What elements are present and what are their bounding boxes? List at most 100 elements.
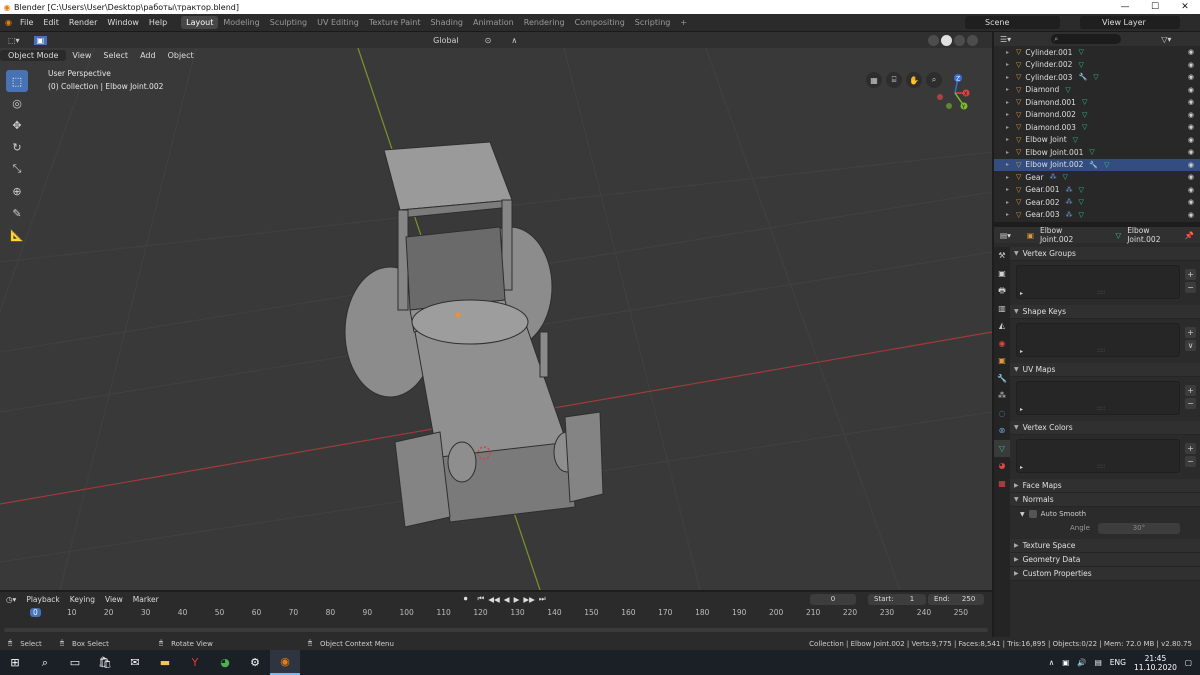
record-button-icon[interactable]: ⏺: [464, 594, 468, 604]
viewport-menu-select[interactable]: Select: [97, 51, 134, 60]
expand-arrow-icon[interactable]: ▸: [1006, 99, 1009, 106]
mesh-data-icon[interactable]: ▽: [1082, 111, 1087, 119]
panel-normals[interactable]: ▼ Normals: [1010, 493, 1200, 507]
mesh-data-icon[interactable]: ▽: [1079, 186, 1084, 194]
outliner-row[interactable]: ▸ ▽ Elbow Joint.001 ▽ ◉: [994, 146, 1200, 159]
jump-end-icon[interactable]: ⏭: [539, 594, 546, 604]
panel-vertex-groups[interactable]: ▼ Vertex Groups: [1010, 247, 1200, 261]
3d-viewport[interactable]: ⬚▾ ▣ Global ⊙ ∧ Object Mode View Select …: [0, 32, 992, 590]
visibility-eye-icon[interactable]: ◉: [1188, 98, 1194, 106]
panel-face-maps[interactable]: ▶ Face Maps: [1010, 479, 1200, 493]
tab-rendering[interactable]: Rendering: [519, 16, 570, 29]
tab-layout[interactable]: Layout: [181, 16, 219, 29]
mesh-data-icon[interactable]: ▽: [1065, 86, 1070, 94]
data-tab-icon[interactable]: ▽: [994, 439, 1010, 457]
visibility-eye-icon[interactable]: ◉: [1188, 198, 1194, 206]
tab-scripting[interactable]: Scripting: [630, 16, 676, 29]
select-mode-icon[interactable]: ▣: [33, 35, 48, 45]
tray-app-icon[interactable]: ▣: [1062, 658, 1069, 667]
outliner-row[interactable]: ▸ ▽ Gear.001 ⁂ ▽ ◉: [994, 184, 1200, 197]
tab-uv-editing[interactable]: UV Editing: [312, 16, 364, 29]
viewport-menu-view[interactable]: View: [66, 51, 97, 60]
start-menu-icon[interactable]: ⊞: [0, 650, 30, 675]
close-button[interactable]: ✕: [1170, 0, 1200, 14]
yandex-browser-icon[interactable]: Y: [180, 650, 210, 675]
uv-maps-list[interactable]: :::: ▸: [1016, 381, 1180, 415]
jump-start-icon[interactable]: ⏮: [477, 594, 484, 604]
viewport-menu-object[interactable]: Object: [162, 51, 200, 60]
visibility-eye-icon[interactable]: ◉: [1188, 86, 1194, 94]
scene-selector[interactable]: Scene: [965, 16, 1060, 29]
orientation-dropdown[interactable]: Global: [427, 36, 465, 45]
auto-smooth-expand-icon[interactable]: ▼: [1020, 511, 1025, 518]
language-indicator[interactable]: ENG: [1110, 658, 1126, 667]
visibility-eye-icon[interactable]: ◉: [1188, 186, 1194, 194]
move-tool-icon[interactable]: ✥: [6, 114, 28, 136]
store-icon[interactable]: 🛍: [90, 650, 120, 675]
end-frame-field[interactable]: End: 250: [928, 594, 984, 605]
panel-shape-keys[interactable]: ▼ Shape Keys: [1010, 305, 1200, 319]
angle-field[interactable]: 30°: [1097, 522, 1180, 534]
outliner-row[interactable]: ▸ ▽ Cylinder.001 ▽ ◉: [994, 46, 1200, 59]
menu-file[interactable]: File: [16, 18, 37, 27]
vertex-colors-list[interactable]: :::: ▸: [1016, 439, 1180, 473]
mail-icon[interactable]: ✉: [120, 650, 150, 675]
remove-uv-map-button[interactable]: −: [1185, 398, 1196, 409]
task-view-icon[interactable]: ▭: [60, 650, 90, 675]
panel-vertex-colors[interactable]: ▼ Vertex Colors: [1010, 421, 1200, 435]
timeline-editor-icon[interactable]: ◷▾: [6, 595, 16, 604]
outliner-editor-icon[interactable]: ☰▾: [1000, 35, 1011, 44]
clock[interactable]: 21:45 11.10.2020: [1134, 654, 1177, 672]
tab-animation[interactable]: Animation: [468, 16, 519, 29]
object-tab-icon[interactable]: ▣: [994, 352, 1010, 370]
outliner-row[interactable]: ▸ ▽ Diamond ▽ ◉: [994, 84, 1200, 97]
visibility-eye-icon[interactable]: ◉: [1188, 136, 1194, 144]
expand-arrow-icon[interactable]: ▸: [1006, 136, 1009, 143]
solid-shading-icon[interactable]: [941, 35, 952, 46]
current-frame-field[interactable]: 0: [810, 594, 856, 605]
expand-arrow-icon[interactable]: ▸: [1006, 61, 1009, 68]
mesh-data-icon[interactable]: ▽: [1078, 48, 1083, 56]
editor-type-icon[interactable]: ⬚▾: [8, 36, 20, 45]
play-icon[interactable]: ▶: [514, 595, 520, 604]
shape-key-menu-button[interactable]: ∨: [1185, 340, 1196, 351]
steam-icon[interactable]: ⚙: [240, 650, 270, 675]
tray-up-icon[interactable]: ∧: [1049, 658, 1055, 667]
timeline-menu-view[interactable]: View: [105, 595, 123, 604]
transform-tool-icon[interactable]: ⊕: [6, 180, 28, 202]
outliner-row[interactable]: ▸ ▽ Cylinder.003 🔧 ▽ ◉: [994, 71, 1200, 84]
output-tab-icon[interactable]: 🖶: [994, 282, 1010, 300]
expand-arrow-icon[interactable]: ▸: [1006, 149, 1009, 156]
texture-tab-icon[interactable]: ▦: [994, 475, 1010, 493]
outliner-row[interactable]: ▸ ▽ Diamond.002 ▽ ◉: [994, 109, 1200, 122]
menu-edit[interactable]: Edit: [39, 18, 63, 27]
modifier-tab-icon[interactable]: 🔧: [994, 370, 1010, 388]
explorer-icon[interactable]: ▬: [150, 650, 180, 675]
blender-menu-icon[interactable]: ◉: [5, 18, 12, 27]
constraints-tab-icon[interactable]: ⊗: [994, 422, 1010, 440]
scale-tool-icon[interactable]: ⤡: [6, 158, 28, 180]
tab-shading[interactable]: Shading: [425, 16, 468, 29]
outliner-row[interactable]: ▸ ▽ Gear.003 ⁂ ▽ ◉: [994, 209, 1200, 222]
proportional-edit-icon[interactable]: ∧: [511, 36, 517, 45]
modifier-icon[interactable]: ⁂: [1050, 173, 1057, 181]
expand-arrow-icon[interactable]: ▸: [1006, 86, 1009, 93]
mesh-data-icon[interactable]: ▽: [1082, 123, 1087, 131]
expand-arrow-icon[interactable]: ▸: [1006, 161, 1009, 168]
auto-smooth-checkbox[interactable]: [1028, 510, 1037, 518]
snap-icon[interactable]: ⊙: [485, 36, 492, 45]
visibility-eye-icon[interactable]: ◉: [1188, 61, 1194, 69]
mesh-data-icon[interactable]: ▽: [1089, 148, 1094, 156]
object-mode-dropdown[interactable]: Object Mode: [0, 50, 67, 61]
modifier-icon[interactable]: 🔧: [1078, 73, 1087, 81]
menu-render[interactable]: Render: [65, 18, 101, 27]
viewport-menu-add[interactable]: Add: [134, 51, 162, 60]
mesh-data-icon[interactable]: ▽: [1104, 161, 1109, 169]
select-box-tool-icon[interactable]: ⬚: [6, 70, 28, 92]
minimize-button[interactable]: —: [1110, 0, 1140, 14]
world-tab-icon[interactable]: ◉: [994, 335, 1010, 353]
tab-modeling[interactable]: Modeling: [218, 16, 264, 29]
visibility-eye-icon[interactable]: ◉: [1188, 73, 1194, 81]
view-layer-tab-icon[interactable]: ▥: [994, 300, 1010, 318]
outliner-row[interactable]: ▸ ▽ Elbow Joint.002 🔧 ▽ ◉: [994, 158, 1200, 171]
